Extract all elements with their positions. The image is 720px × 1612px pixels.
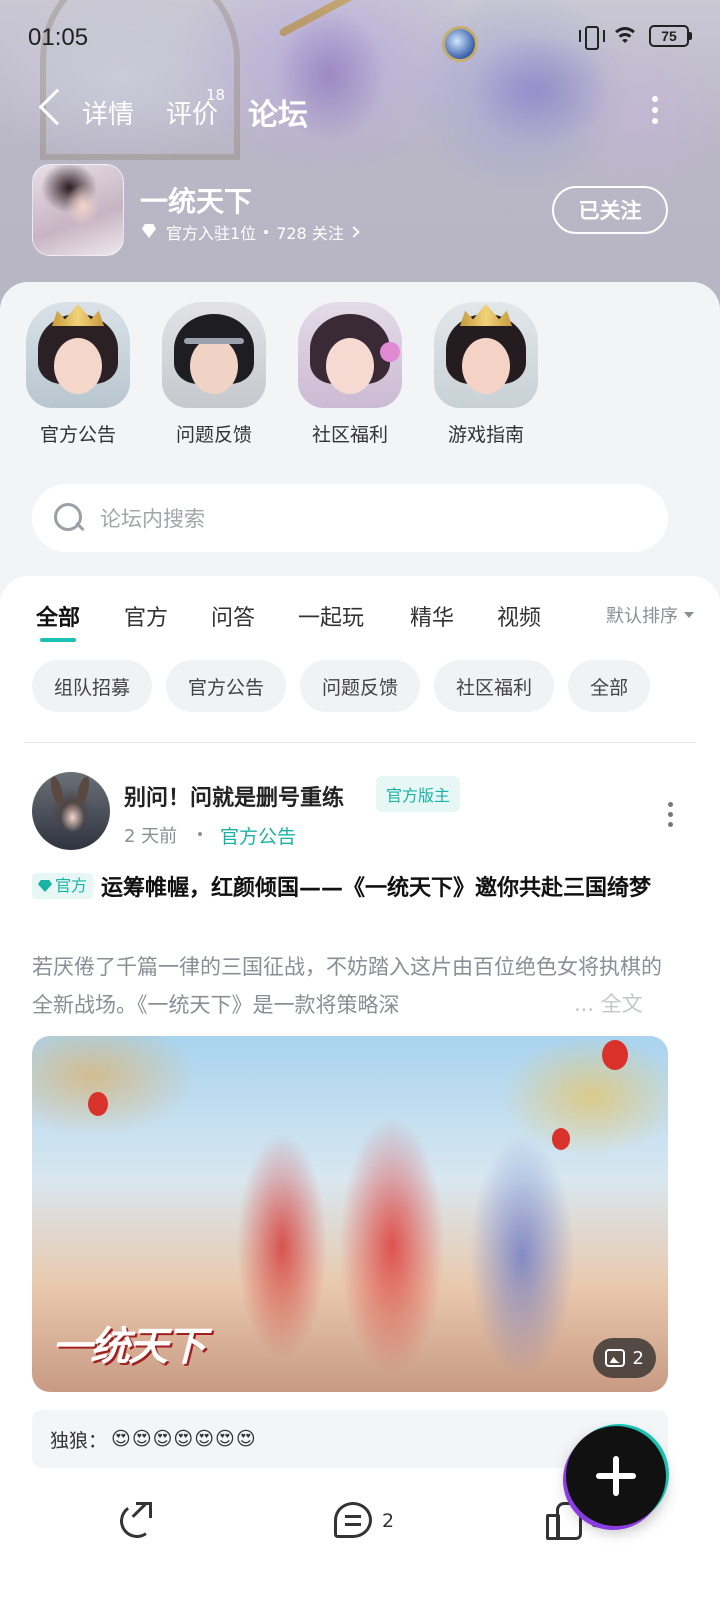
like-icon[interactable] [546,1502,582,1540]
post-category[interactable]: 官方公告 [220,822,296,849]
feed-tab-qa[interactable]: 问答 [211,600,255,632]
feed-tab-featured[interactable]: 精华 [410,600,454,632]
chip-team-recruit[interactable]: 组队招募 [32,660,153,712]
comment-text: 😍😍😍😍😍😍😍 [111,1428,257,1450]
category-chips: 组队招募 官方公告 问题反馈 社区福利 全部 [32,660,651,712]
sort-label: 默认排序 [606,606,678,627]
caret-down-icon [684,612,694,618]
post-more-icon[interactable] [668,802,674,827]
separator-dot [264,230,269,234]
battery-icon: 75 [649,25,692,47]
post-time: 2 天前 [124,826,178,847]
image-count-badge: 2 [592,1338,656,1378]
top-nav: 详情 评价 18 论坛 [0,80,720,140]
feedback-avatar [162,302,266,408]
author-avatar[interactable] [32,772,110,850]
official-tag: 官方 [32,873,94,899]
feed-tab-videos[interactable]: 视频 [497,600,541,632]
read-more-link[interactable]: ... 全文 [570,988,643,1018]
follow-button[interactable]: 已关注 [552,186,668,234]
reviews-count-badge: 18 [206,86,226,104]
back-icon[interactable] [38,88,76,126]
entry-feedback[interactable]: 问题反馈 [154,302,274,447]
entry-label: 问题反馈 [175,424,252,446]
status-time: 01:05 [28,24,89,51]
chip-welfare[interactable]: 社区福利 [434,660,555,712]
create-post-button[interactable] [566,1426,666,1526]
entry-label: 游戏指南 [447,424,524,446]
entry-label: 官方公告 [39,424,116,446]
tab-details[interactable]: 详情 [82,94,134,131]
forum-search-input[interactable]: 论坛内搜索 [32,484,668,552]
search-placeholder: 论坛内搜索 [100,507,205,531]
game-cover-image[interactable] [32,164,124,256]
tab-forum[interactable]: 论坛 [248,90,308,134]
entry-announcements[interactable]: 官方公告 [18,302,138,447]
status-bar: 01:05 75 [0,0,720,76]
lantern-decoration [88,1092,108,1116]
status-icons: 75 [579,24,692,50]
more-icon[interactable] [652,96,660,126]
feed-tab-play-together[interactable]: 一起玩 [298,600,364,632]
image-icon [604,1349,625,1367]
lantern-decoration [552,1128,570,1150]
entry-guide[interactable]: 游戏指南 [426,302,546,447]
share-arrow-icon [136,1502,152,1518]
post-author[interactable]: 别问！问就是删号重练 [124,780,344,812]
forum-entries: 官方公告 问题反馈 社区福利 游戏指南 [0,302,720,452]
feed-tab-official[interactable]: 官方 [124,600,168,632]
post-title-text: 运筹帷幄，红颜倾国——《一统天下》邀你共赴三国绮梦 [101,876,652,901]
sort-dropdown[interactable]: 默认排序 [606,602,694,628]
entry-welfare[interactable]: 社区福利 [290,302,410,447]
post-image[interactable]: 一统天下 2 [32,1036,668,1392]
comment-user: 独狼： [50,1429,108,1452]
moderator-badge: 官方版主 [376,776,461,812]
chip-all[interactable]: 全部 [568,660,651,712]
diamond-icon [38,880,52,892]
game-title: 一统天下 [140,185,253,218]
wifi-icon [611,25,639,47]
feed-tabs: 全部 官方 问答 一起玩 精华 视频 默认排序 [0,596,720,646]
divider [24,742,696,743]
comment-count: 2 [382,1510,395,1532]
search-icon [52,501,86,535]
vibrate-icon [579,24,605,50]
diamond-icon [140,224,158,240]
entry-label: 社区福利 [311,424,388,446]
guide-avatar [434,302,538,408]
battery-level: 75 [649,25,689,47]
chip-announcements[interactable]: 官方公告 [166,660,287,712]
welfare-avatar [298,302,402,408]
announcements-avatar [26,302,130,408]
official-resident-count: 官方入驻1位 [166,224,257,243]
post-title[interactable]: 官方 运筹帷幄，红颜倾国——《一统天下》邀你共赴三国绮梦 [32,872,672,906]
image-count: 2 [632,1347,644,1369]
comment-icon[interactable] [334,1502,372,1538]
feed-tab-all[interactable]: 全部 [36,600,80,642]
lantern-decoration [602,1040,628,1070]
follower-count: 728 关注 [276,224,344,243]
game-meta[interactable]: 官方入驻1位 728 关注 [140,220,360,244]
chip-feedback[interactable]: 问题反馈 [300,660,421,712]
chevron-right-icon [348,226,360,238]
game-logo-watermark: 一统天下 [52,1323,206,1370]
separator-dot [198,832,202,836]
